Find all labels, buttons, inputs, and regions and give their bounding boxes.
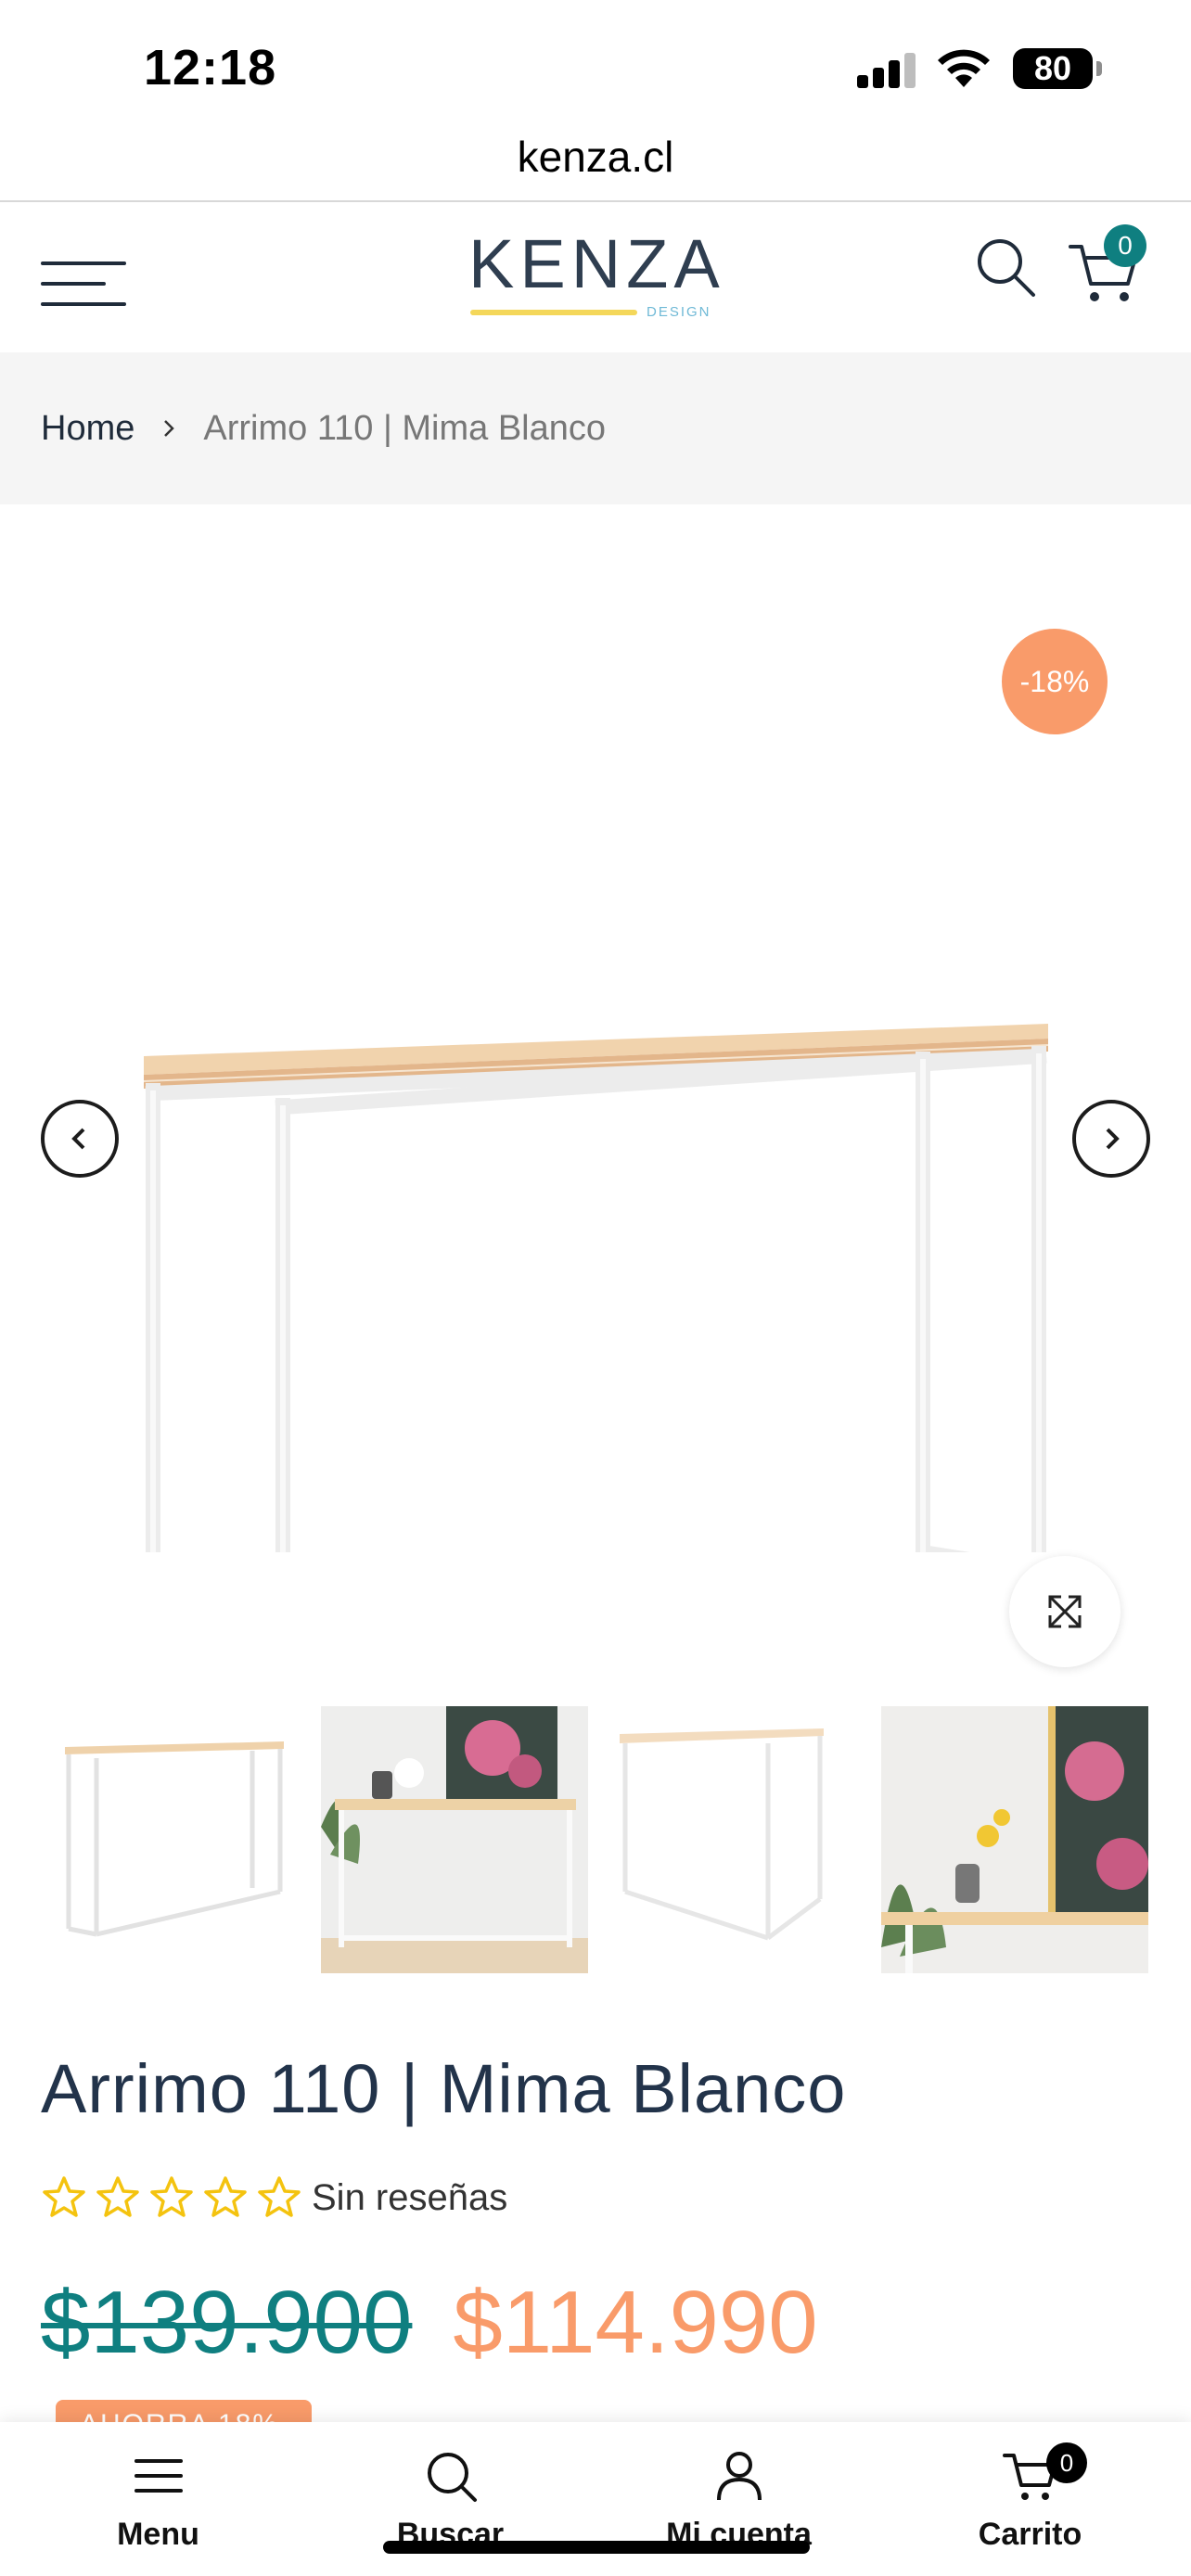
gallery-next-button[interactable]: [1072, 1100, 1150, 1178]
chevron-right-icon: [164, 420, 175, 437]
price-sale: $114.990: [453, 2273, 818, 2372]
product-main-image[interactable]: [139, 718, 1057, 1552]
menu-icon: [134, 2459, 183, 2493]
product-title: Arrimo 110 | Mima Blanco: [41, 2050, 847, 2127]
breadcrumb-home-link[interactable]: Home: [41, 409, 134, 449]
hamburger-menu-icon[interactable]: [41, 245, 126, 306]
home-indicator[interactable]: [383, 2541, 810, 2554]
rating-row[interactable]: Sin reseñas: [41, 2170, 507, 2225]
discount-badge: -18%: [1002, 629, 1108, 734]
site-header: KENZA DESIGN 0: [0, 202, 1191, 352]
site-logo[interactable]: KENZA DESIGN: [468, 225, 725, 332]
thumbnail-1[interactable]: [41, 1706, 308, 1973]
nav-cart-label: Carrito: [978, 2517, 1082, 2552]
price-row: $139.900 $114.990: [41, 2272, 818, 2374]
nav-cart[interactable]: Carrito 0: [881, 2422, 1179, 2576]
star-empty-icon: [43, 2176, 85, 2217]
search-icon[interactable]: [974, 236, 1039, 300]
nav-menu-label: Menu: [117, 2517, 199, 2552]
wifi-icon: [938, 49, 990, 87]
status-bar: 12:18 80: [0, 0, 1191, 130]
reviews-count[interactable]: Sin reseñas: [312, 2177, 507, 2219]
search-icon: [427, 2453, 477, 2502]
star-empty-icon: [204, 2176, 247, 2217]
thumbnail-2[interactable]: [321, 1706, 588, 1973]
chevron-right-icon: [1106, 1128, 1120, 1150]
cellular-signal-icon: [857, 53, 916, 88]
star-empty-icon: [96, 2176, 139, 2217]
nav-cart-count-badge: 0: [1046, 2442, 1087, 2483]
battery-indicator: 80: [1013, 48, 1102, 89]
user-icon: [716, 2452, 762, 2501]
status-time: 12:18: [144, 40, 277, 96]
cart-count-badge: 0: [1104, 224, 1146, 267]
logo-subtitle: DESIGN: [647, 304, 711, 320]
price-original: $139.900: [41, 2273, 413, 2372]
zoom-button[interactable]: [1009, 1556, 1121, 1667]
breadcrumb-current: Arrimo 110 | Mima Blanco: [203, 408, 607, 448]
star-empty-icon: [150, 2176, 193, 2217]
thumbnail-strip: [41, 1706, 1150, 1975]
gallery-prev-button[interactable]: [41, 1100, 119, 1178]
breadcrumb: Home Arrimo 110 | Mima Blanco: [0, 352, 1191, 504]
nav-menu[interactable]: Menu: [9, 2422, 307, 2576]
expand-icon: [1048, 1595, 1082, 1628]
browser-url-bar[interactable]: kenza.cl: [0, 130, 1191, 202]
chevron-left-icon: [71, 1128, 85, 1150]
logo-text: KENZA: [468, 225, 725, 302]
thumbnail-3[interactable]: [601, 1706, 868, 1973]
product-gallery: -18%: [0, 504, 1191, 1682]
star-empty-icon: [258, 2176, 301, 2217]
thumbnail-4[interactable]: [881, 1706, 1148, 1973]
logo-underline: [470, 310, 637, 315]
